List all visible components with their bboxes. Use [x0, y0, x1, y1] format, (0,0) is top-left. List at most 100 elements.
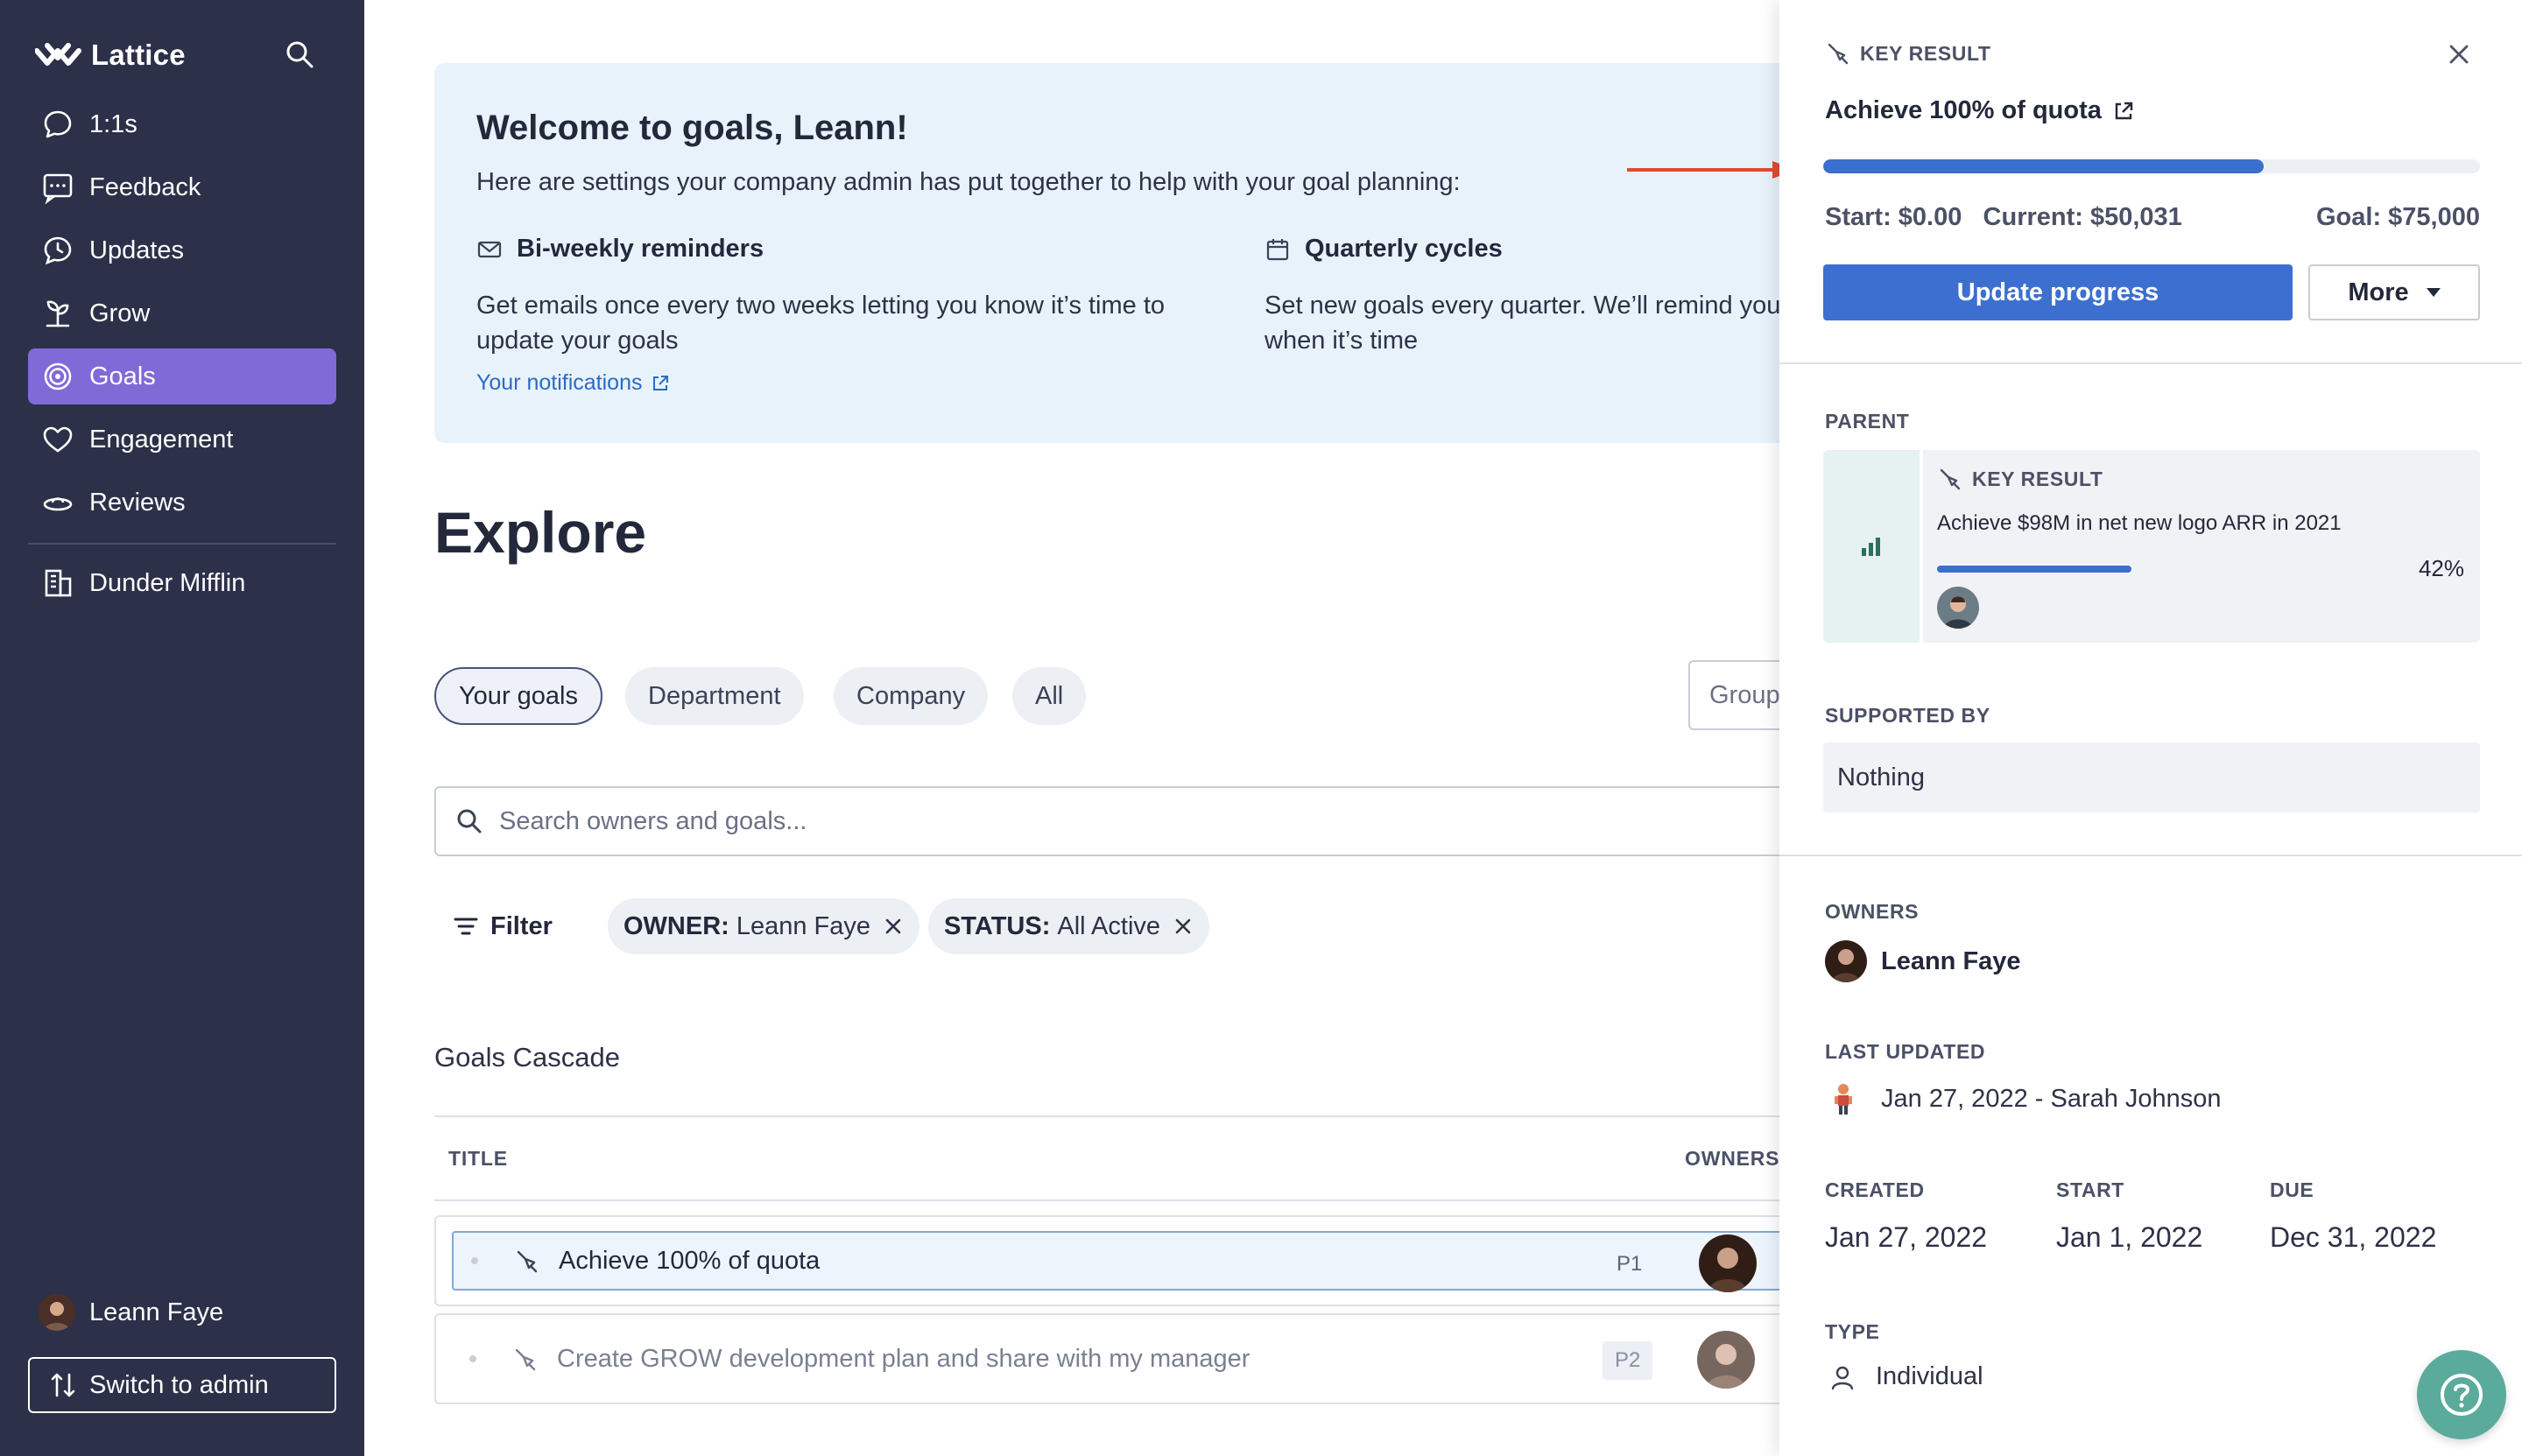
- start-value: Jan 1, 2022: [2056, 1221, 2203, 1253]
- start-value: Start: $0.00: [1825, 203, 1962, 231]
- group-select[interactable]: Group: [1688, 660, 1779, 730]
- expand-dot[interactable]: [469, 1355, 476, 1362]
- supported-by-box: Nothing: [1823, 742, 2480, 812]
- feature-cycles-desc: Set new goals every quarter. We’ll remin…: [1265, 292, 1779, 355]
- filter-icon: [454, 918, 478, 935]
- sidebar-user-name: Leann Faye: [89, 1298, 224, 1326]
- expand-dot[interactable]: [471, 1257, 478, 1264]
- type-label: TYPE: [1825, 1320, 1880, 1343]
- target-icon: [40, 359, 75, 394]
- filter-button[interactable]: Filter: [452, 905, 553, 947]
- external-link-icon[interactable]: [2112, 100, 2135, 123]
- sidebar-item-label: Engagement: [89, 425, 234, 454]
- last-updated-entry: Jan 27, 2022 - Sarah Johnson: [1825, 1080, 2222, 1117]
- heart-icon: [40, 422, 75, 457]
- goal-title[interactable]: Achieve 100% of quota: [559, 1247, 820, 1276]
- priority-badge: P2: [1603, 1341, 1653, 1380]
- key-result-icon: [1940, 468, 1961, 490]
- close-icon[interactable]: [1173, 916, 1194, 937]
- last-updated-label: LAST UPDATED: [1825, 1040, 1986, 1063]
- current-value: Current: $50,031: [1983, 203, 2182, 231]
- main-content: Welcome to goals, Leann! Here are settin…: [364, 0, 1779, 1456]
- owner-filter-key: OWNER:: [623, 911, 729, 940]
- close-icon[interactable]: [883, 916, 904, 937]
- search-input[interactable]: Search owners and goals...: [434, 786, 1779, 856]
- table-row[interactable]: Achieve 100% of quota P1: [434, 1215, 1779, 1306]
- group-select-label: Group: [1709, 680, 1779, 709]
- parent-goal-card[interactable]: KEY RESULT Achieve $98M in net new logo …: [1823, 450, 2480, 643]
- status-filter-value: All Active: [1057, 911, 1161, 940]
- more-button-label: More: [2348, 278, 2409, 306]
- created-value: Jan 27, 2022: [1825, 1221, 1988, 1253]
- welcome-title: Welcome to goals, Leann!: [476, 109, 908, 147]
- help-button[interactable]: [2417, 1350, 2506, 1439]
- sidebar-item-label: Goals: [89, 362, 156, 390]
- owner-filter-pill[interactable]: OWNER: Leann Faye: [608, 898, 919, 954]
- notifications-link-label: Your notifications: [476, 370, 643, 395]
- more-button[interactable]: More: [2308, 264, 2480, 320]
- notifications-link[interactable]: Your notifications: [476, 370, 1247, 396]
- sidebar-item-company[interactable]: Dunder Mifflin: [28, 555, 336, 611]
- table-divider: [434, 1115, 1779, 1117]
- feature-cycles: Quarterly cycles Set new goals every qua…: [1265, 235, 1779, 358]
- goals-cascade-title: Goals Cascade: [434, 1042, 620, 1073]
- close-icon[interactable]: [2441, 37, 2476, 72]
- sidebar-item-grow[interactable]: Grow: [28, 285, 336, 341]
- brand-logo[interactable]: Lattice: [35, 35, 186, 75]
- sidebar-item-label: 1:1s: [89, 109, 137, 138]
- help-icon: [2441, 1374, 2483, 1416]
- tab-company[interactable]: Company: [834, 667, 989, 725]
- lattice-logo-icon: [35, 43, 81, 66]
- chat-bubble-icon: [40, 107, 75, 142]
- key-result-icon: [1828, 43, 1849, 65]
- caret-down-icon: [2426, 288, 2441, 297]
- welcome-subtitle: Here are settings your company admin has…: [476, 168, 1461, 196]
- sidebar-item-label: Reviews: [89, 488, 186, 517]
- parent-progress-bar: [1937, 566, 2131, 573]
- brand-name: Lattice: [91, 39, 186, 71]
- tab-all[interactable]: All: [1012, 667, 1087, 725]
- sidebar-company-label: Dunder Mifflin: [89, 568, 246, 597]
- owner-name: Leann Faye: [1881, 946, 2021, 975]
- tab-your-goals[interactable]: Your goals: [434, 667, 602, 725]
- sidebar-nav: 1:1s Feedback Updates Grow Goals Engagem…: [28, 96, 336, 618]
- supported-by-label: SUPPORTED BY: [1825, 704, 1990, 727]
- calendar-icon: [1266, 238, 1289, 260]
- status-filter-pill[interactable]: STATUS: All Active: [928, 898, 1210, 954]
- panel-title-text: Achieve 100% of quota: [1825, 96, 2102, 124]
- feature-reminders-title: Bi-weekly reminders: [517, 235, 764, 263]
- tab-department[interactable]: Department: [625, 667, 804, 725]
- sidebar-item-updates[interactable]: Updates: [28, 222, 336, 278]
- owners-label: OWNERS: [1825, 900, 1920, 923]
- sidebar-user[interactable]: Leann Faye: [39, 1294, 223, 1331]
- sidebar-item-feedback[interactable]: Feedback: [28, 159, 336, 215]
- owner-entry[interactable]: Leann Faye: [1825, 940, 2021, 982]
- parent-percent: 42%: [2418, 555, 2464, 581]
- supported-by-value: Nothing: [1837, 763, 1925, 791]
- updates-icon: [40, 233, 75, 268]
- welcome-banner: Welcome to goals, Leann! Here are settin…: [434, 63, 1779, 443]
- sidebar-item-reviews[interactable]: Reviews: [28, 475, 336, 531]
- switch-to-admin-button[interactable]: Switch to admin: [28, 1357, 336, 1413]
- sidebar-item-engagement[interactable]: Engagement: [28, 411, 336, 468]
- sidebar-item-label: Feedback: [89, 172, 201, 201]
- due-value: Dec 31, 2022: [2270, 1221, 2437, 1253]
- sidebar-item-label: Grow: [89, 299, 151, 327]
- feedback-icon: [40, 170, 75, 205]
- status-filter-key: STATUS:: [944, 911, 1051, 940]
- sidebar-item-goals[interactable]: Goals: [28, 348, 336, 404]
- sidebar-divider: [28, 543, 336, 545]
- panel-title[interactable]: Achieve 100% of quota: [1825, 96, 2135, 125]
- created-field: CREATED Jan 27, 2022: [1825, 1178, 1987, 1254]
- panel-divider: [1779, 855, 2522, 856]
- avatar: [1835, 1084, 1852, 1115]
- table-row[interactable]: Create GROW development plan and share w…: [434, 1313, 1779, 1404]
- avatar: [39, 1294, 75, 1331]
- progress-bar: [1823, 159, 2480, 173]
- goal-title[interactable]: Create GROW development plan and share w…: [557, 1345, 1250, 1374]
- search-icon[interactable]: [282, 37, 317, 72]
- sidebar-item-label: Updates: [89, 236, 185, 264]
- update-progress-button[interactable]: Update progress: [1823, 264, 2293, 320]
- sidebar-item-1on1s[interactable]: 1:1s: [28, 96, 336, 152]
- mail-icon: [477, 241, 502, 257]
